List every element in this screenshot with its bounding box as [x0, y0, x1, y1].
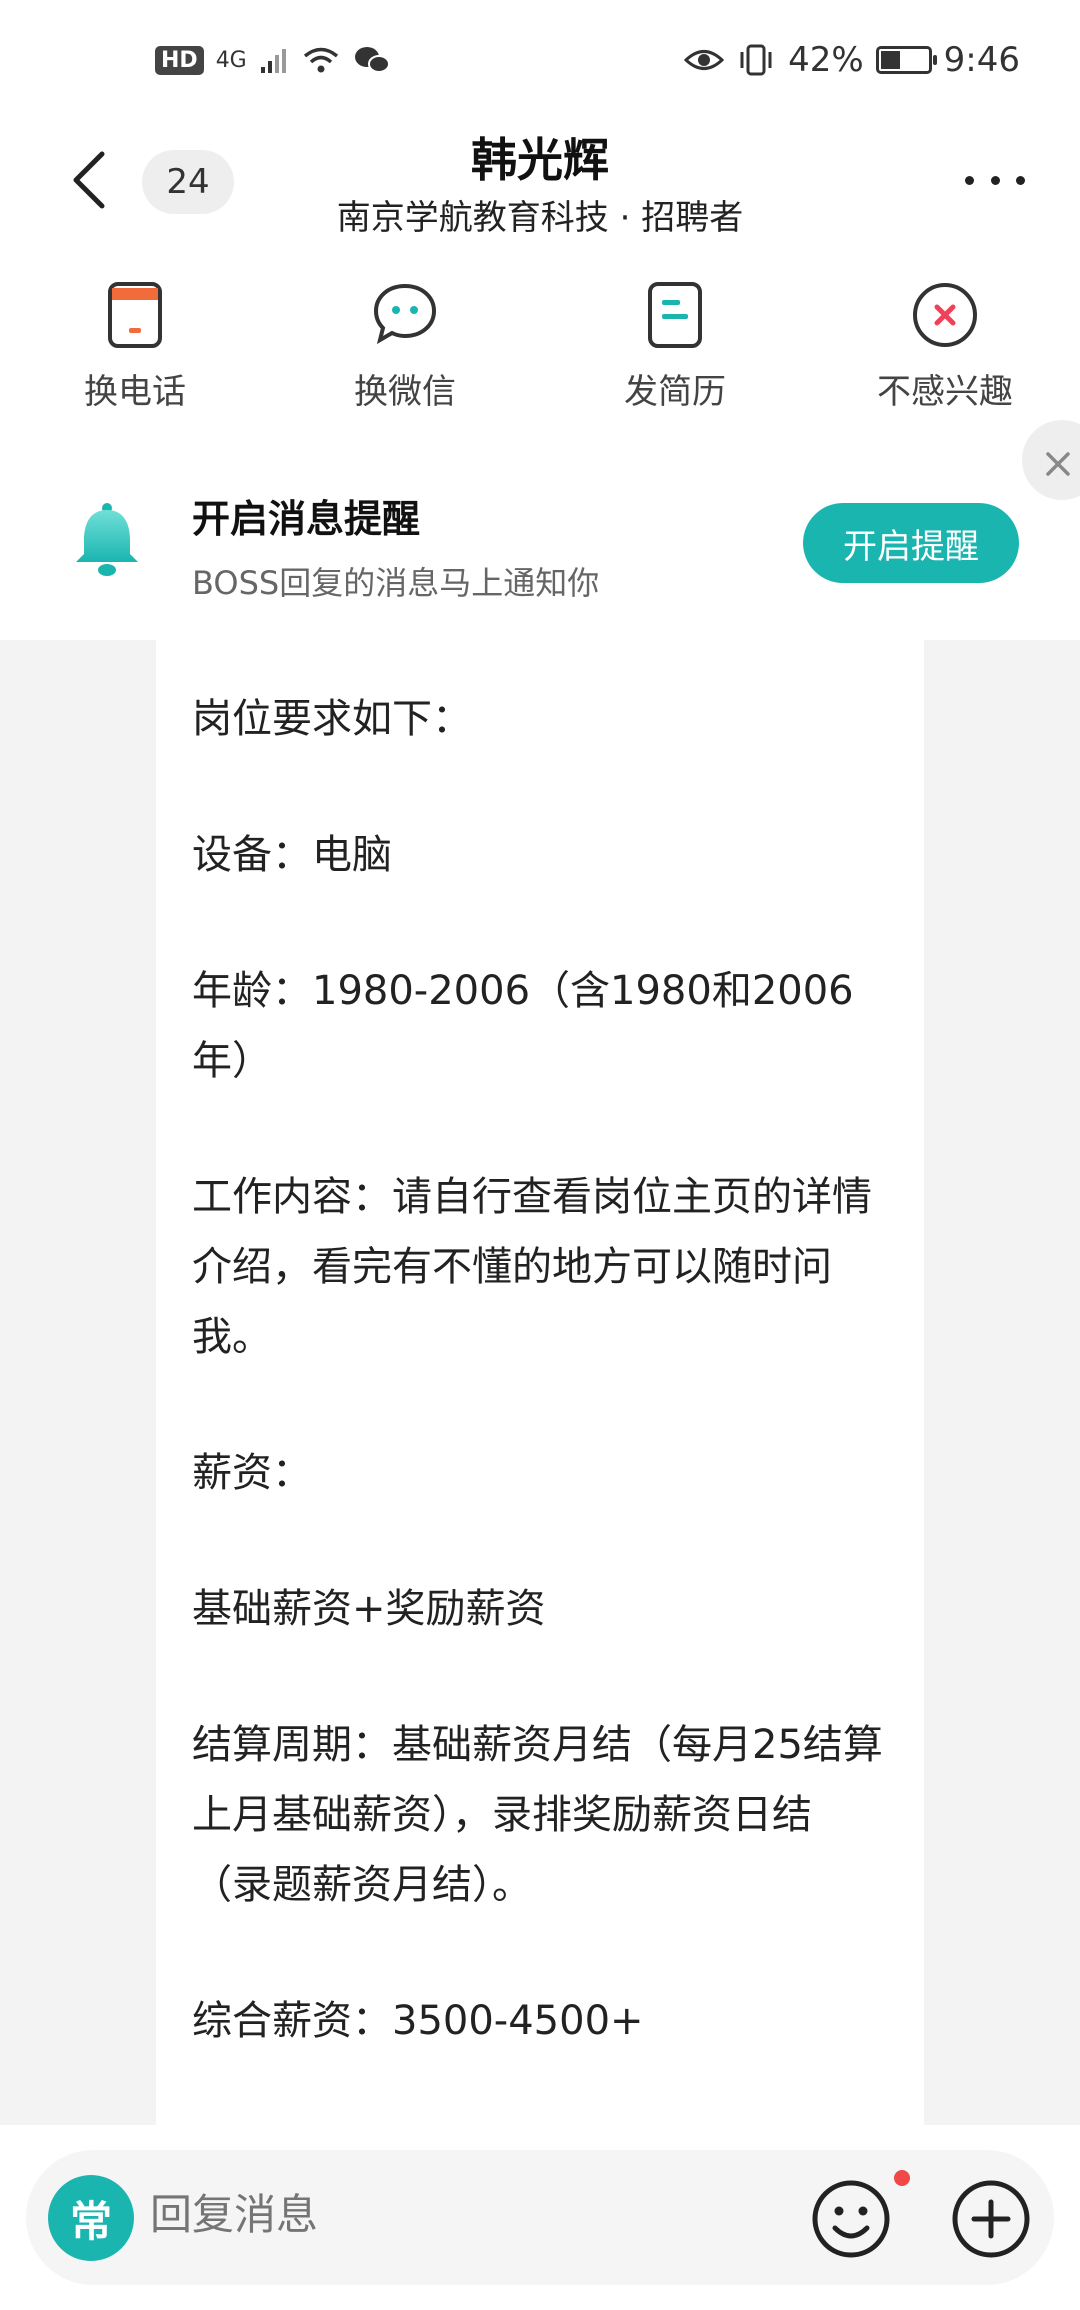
message-paragraph: 岗位要求如下：	[192, 696, 472, 742]
contact-company: 南京学航教育科技 · 招聘者	[336, 198, 744, 238]
not-interested-icon	[913, 283, 977, 347]
chat-area[interactable]: 岗位要求如下： 设备：电脑 年龄：1980-2006（含1980和2006年） …	[0, 640, 1080, 2125]
hd-badge: HD	[155, 45, 204, 75]
wifi-icon	[303, 47, 338, 73]
exchange-phone-button[interactable]: 换电话	[40, 250, 230, 440]
close-icon	[1046, 452, 1070, 476]
message-bubble[interactable]: 岗位要求如下： 设备：电脑 年龄：1980-2006（含1980和2006年） …	[156, 640, 924, 2125]
action-label: 换电话	[84, 372, 186, 412]
battery-fill	[880, 51, 900, 69]
resume-icon	[648, 282, 702, 348]
wechat-icon	[373, 283, 437, 345]
action-label: 发简历	[624, 372, 726, 412]
more-dot	[1016, 175, 1025, 185]
message-paragraph: 薪资：	[192, 1450, 312, 1496]
status-right: 42% 9:46	[684, 40, 1020, 80]
enable-reminder-button[interactable]: 开启提醒	[803, 503, 1019, 583]
eye-icon	[684, 50, 725, 70]
battery-percent: 42%	[788, 40, 864, 80]
quick-phrases-button[interactable]: 常	[48, 2175, 134, 2261]
more-dot	[990, 175, 1000, 185]
message-paragraph: 设备：电脑	[192, 832, 392, 878]
not-interested-button[interactable]: 不感兴趣	[850, 250, 1040, 440]
message-paragraph: 年龄：1980-2006（含1980和2006年）	[192, 968, 854, 1084]
more-dot	[965, 175, 974, 185]
bell-icon	[76, 503, 138, 576]
status-left: HD 4G	[155, 44, 391, 76]
notice-subtitle: BOSS回复的消息马上通知你	[192, 564, 600, 602]
reply-input[interactable]	[150, 2190, 750, 2239]
reply-input-box: 常	[26, 2150, 1054, 2285]
input-bar: 常	[0, 2125, 1080, 2310]
notice-title: 开启消息提醒	[192, 497, 421, 541]
wechat-status-icon	[354, 47, 390, 73]
signal-icon	[260, 49, 286, 73]
action-bar: 换电话 换微信 发简历 不感兴趣	[0, 250, 1080, 440]
new-indicator-dot	[894, 2170, 910, 2186]
message-paragraph: 结算周期：基础薪资月结（每月25结算上月基础薪资），录排奖励薪资日结（录题薪资月…	[192, 1722, 883, 1908]
battery-icon	[875, 46, 937, 74]
action-label: 不感兴趣	[877, 372, 1013, 412]
message-paragraph: 综合薪资：3500-4500+	[192, 1998, 644, 2044]
message-paragraph: 工作内容：请自行查看岗位主页的详情介绍，看完有不懂的地方可以随时问我。	[192, 1174, 872, 1360]
exchange-wechat-button[interactable]: 换微信	[310, 250, 500, 440]
emoji-icon[interactable]	[810, 2178, 892, 2260]
plus-icon[interactable]	[950, 2178, 1032, 2260]
action-label: 换微信	[354, 372, 456, 412]
message-paragraph: 基础薪资+奖励薪资	[192, 1586, 546, 1632]
phone-icon	[108, 282, 162, 348]
clock: 9:46	[943, 40, 1020, 80]
chat-header: 24 韩光辉 南京学航教育科技 · 招聘者	[0, 120, 1080, 250]
send-resume-button[interactable]: 发简历	[580, 250, 770, 440]
more-button[interactable]	[965, 160, 1025, 200]
notification-banner: 开启消息提醒 BOSS回复的消息马上通知你 开启提醒	[0, 420, 1080, 640]
chat-screen: HD 4G 42% 9:46 24 韩光辉 南京学航教育科技 · 招聘者 换电话…	[0, 0, 1080, 2310]
contact-name: 韩光辉	[471, 133, 609, 187]
network-type: 4G	[215, 47, 247, 73]
status-bar: HD 4G 42% 9:46	[0, 0, 1080, 120]
vibrate-icon	[740, 44, 772, 76]
